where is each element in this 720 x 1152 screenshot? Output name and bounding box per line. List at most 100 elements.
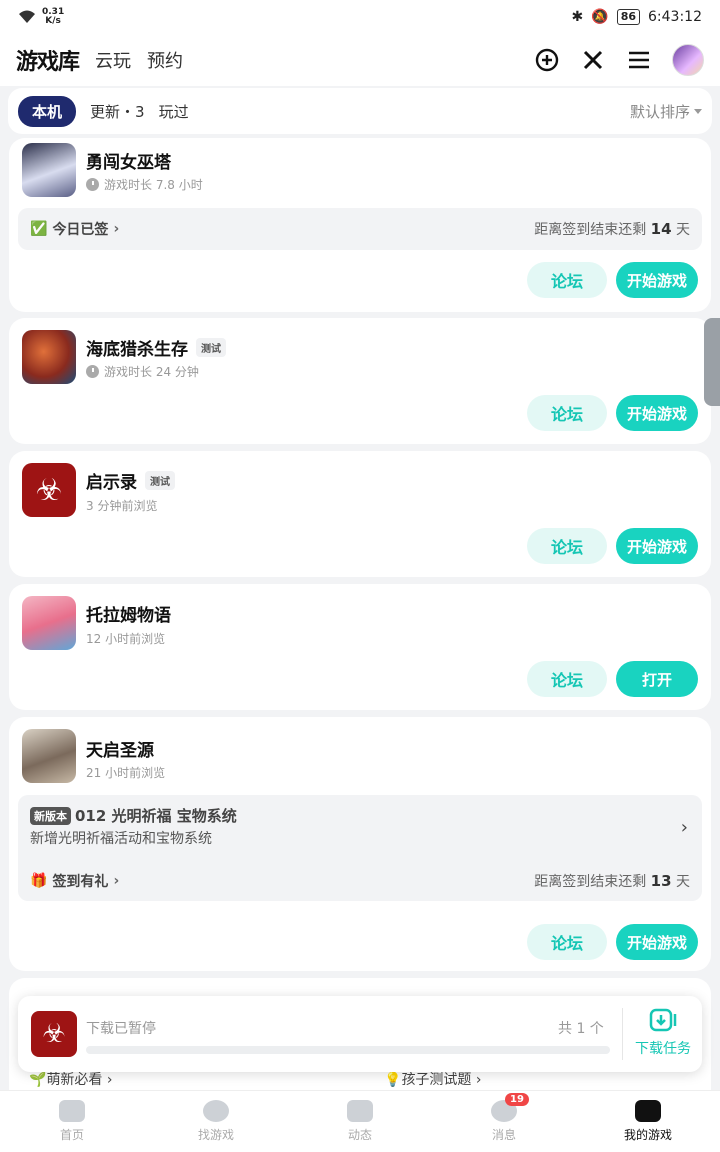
filter-bar: 本机 更新・3 玩过 默认排序	[8, 88, 712, 134]
game-icon[interactable]	[22, 729, 76, 783]
nav-home-label: 首页	[59, 1128, 84, 1142]
nav-feed[interactable]: 动态	[288, 1091, 432, 1152]
battery-indicator: 86	[616, 9, 641, 25]
game-icon[interactable]	[22, 330, 76, 384]
beta-tag: 测试	[196, 338, 226, 357]
checkin-label: 今日已签	[52, 222, 109, 238]
filter-tab-local[interactable]: 本机	[18, 95, 77, 127]
wifi-icon	[19, 10, 35, 23]
nav-feed-label: 动态	[347, 1128, 372, 1142]
start-game-button[interactable]: 开始游戏	[616, 528, 698, 564]
start-game-button[interactable]: 开始游戏	[616, 924, 698, 960]
nav-my-games-label: 我的游戏	[623, 1128, 672, 1142]
avatar[interactable]	[672, 44, 704, 76]
tab-reservation[interactable]: 预约	[147, 47, 183, 73]
feed-icon	[347, 1100, 373, 1122]
checkin-status: 🎁 签到有礼 ›	[30, 871, 119, 891]
quick-link-quiz-label: 孩子测试题	[401, 1072, 472, 1088]
quick-link-quiz[interactable]: 💡孩子测试题 ›	[384, 1069, 482, 1089]
game-title: 启示录 测试	[86, 468, 175, 493]
chevron-right-icon[interactable]: ›	[681, 817, 688, 838]
forum-button[interactable]: 论坛	[527, 395, 607, 431]
last-viewed: 3 分钟前浏览	[86, 499, 158, 513]
top-header: 游戏库 云玩 预约	[0, 34, 720, 86]
add-circle-icon[interactable]	[534, 47, 560, 73]
forum-button[interactable]: 论坛	[527, 924, 607, 960]
download-tasks-button[interactable]: 下载任务	[628, 1008, 698, 1058]
mute-icon: 🔕	[591, 9, 609, 25]
checkin-bar[interactable]: 🎁 签到有礼 › 距离签到结束还剩 13 天	[30, 871, 690, 891]
tab-cloud-play[interactable]: 云玩	[95, 47, 131, 73]
nav-my-games[interactable]: 我的游戏	[576, 1091, 720, 1152]
tools-icon[interactable]	[580, 47, 606, 73]
checkin-bar[interactable]: ✅ 今日已签 › 距离签到结束还剩 14 天	[18, 208, 702, 250]
home-icon	[59, 1100, 85, 1122]
caret-down-icon	[694, 108, 702, 114]
filter-tab-updates[interactable]: 更新・3	[90, 101, 145, 122]
game-title: 海底猎杀生存 测试	[86, 335, 226, 360]
quick-link-newbie[interactable]: 🌱萌新必看 ›	[29, 1069, 113, 1089]
download-tasks-label: 下载任务	[635, 1041, 691, 1057]
nav-find-games[interactable]: 找游戏	[144, 1091, 288, 1152]
last-viewed: 21 小时前浏览	[86, 766, 166, 780]
menu-icon[interactable]	[626, 47, 652, 73]
download-popup[interactable]: ☣ 下载已暂停 共 1 个 下载任务	[18, 996, 702, 1072]
download-status: 下载已暂停	[86, 1021, 156, 1037]
checkin-remaining-prefix: 距离签到结束还剩	[534, 874, 651, 890]
game-card[interactable]: ☣ 启示录 测试 3 分钟前浏览 论坛 开始游戏	[9, 451, 711, 577]
beta-tag: 测试	[145, 471, 175, 490]
checkin-days: 14	[650, 220, 672, 238]
checkin-remaining-prefix: 距离签到结束还剩	[534, 222, 651, 238]
game-title: 托拉姆物语	[86, 601, 171, 626]
checkin-label: 签到有礼	[52, 874, 109, 890]
checkin-days-unit: 天	[671, 874, 690, 890]
bottom-nav: 首页 找游戏 动态 19 消息 我的游戏	[0, 1090, 720, 1152]
biohazard-icon: ☣	[31, 1011, 77, 1057]
planet-icon	[203, 1100, 229, 1122]
game-title: 天启圣源	[86, 736, 154, 761]
game-library-logo[interactable]: 游戏库	[16, 44, 80, 76]
download-count: 共 1 个	[558, 1021, 604, 1037]
download-progress-bar	[86, 1046, 610, 1054]
last-viewed: 12 小时前浏览	[86, 632, 166, 646]
game-icon[interactable]	[22, 596, 76, 650]
nav-messages[interactable]: 19 消息	[432, 1091, 576, 1152]
nav-messages-label: 消息	[491, 1128, 516, 1142]
chevron-right-icon: ›	[113, 873, 120, 889]
update-panel[interactable]: 新版本 012 光明祈福 宝物系统 新增光明祈福活动和宝物系统 › 🎁 签到有礼 › …	[18, 795, 702, 901]
message-count-badge: 19	[505, 1093, 529, 1106]
play-time: 游戏时长 7.8 小时	[86, 176, 203, 193]
calendar-check-icon: ✅	[30, 221, 48, 237]
open-button[interactable]: 打开	[616, 661, 698, 697]
game-card[interactable]: 勇闯女巫塔 游戏时长 7.8 小时 ✅ 今日已签 › 距离签到结束还剩 14 天 论…	[9, 138, 711, 312]
nav-find-games-label: 找游戏	[197, 1128, 234, 1142]
download-icon	[649, 1008, 677, 1032]
start-game-button[interactable]: 开始游戏	[616, 262, 698, 298]
gift-icon: 🎁	[30, 873, 48, 889]
game-card[interactable]: 托拉姆物语 12 小时前浏览 论坛 打开	[9, 584, 711, 710]
sort-dropdown[interactable]: 默认排序	[630, 101, 702, 122]
filter-tab-played[interactable]: 玩过	[159, 101, 189, 122]
scroll-handle[interactable]	[704, 318, 720, 406]
bluetooth-icon: ✱	[571, 9, 584, 25]
nav-home[interactable]: 首页	[0, 1091, 144, 1152]
game-card[interactable]: 天启圣源 21 小时前浏览 新版本 012 光明祈福 宝物系统 新增光明祈福活动和…	[9, 717, 711, 971]
divider	[622, 1008, 623, 1060]
game-name: 勇闯女巫塔	[86, 153, 171, 173]
biohazard-icon[interactable]: ☣	[22, 463, 76, 517]
checkin-remaining: 距离签到结束还剩 14 天	[534, 219, 690, 239]
game-icon[interactable]	[22, 143, 76, 197]
checkin-remaining: 距离签到结束还剩 13 天	[534, 871, 690, 891]
play-time: 游戏时长 24 分钟	[86, 363, 199, 380]
network-speed: 0.31 K/s	[42, 7, 65, 26]
forum-button[interactable]: 论坛	[527, 661, 607, 697]
checkin-days-unit: 天	[671, 222, 690, 238]
forum-button[interactable]: 论坛	[527, 528, 607, 564]
update-description: 新增光明祈福活动和宝物系统	[30, 831, 212, 847]
forum-button[interactable]: 论坛	[527, 262, 607, 298]
start-game-button[interactable]: 开始游戏	[616, 395, 698, 431]
update-title: 新版本 012 光明祈福 宝物系统	[30, 805, 690, 826]
play-time-text: 游戏时长 7.8 小时	[104, 178, 203, 192]
checkin-days: 13	[650, 872, 672, 890]
game-card[interactable]: 海底猎杀生存 测试 游戏时长 24 分钟 论坛 开始游戏	[9, 318, 711, 444]
